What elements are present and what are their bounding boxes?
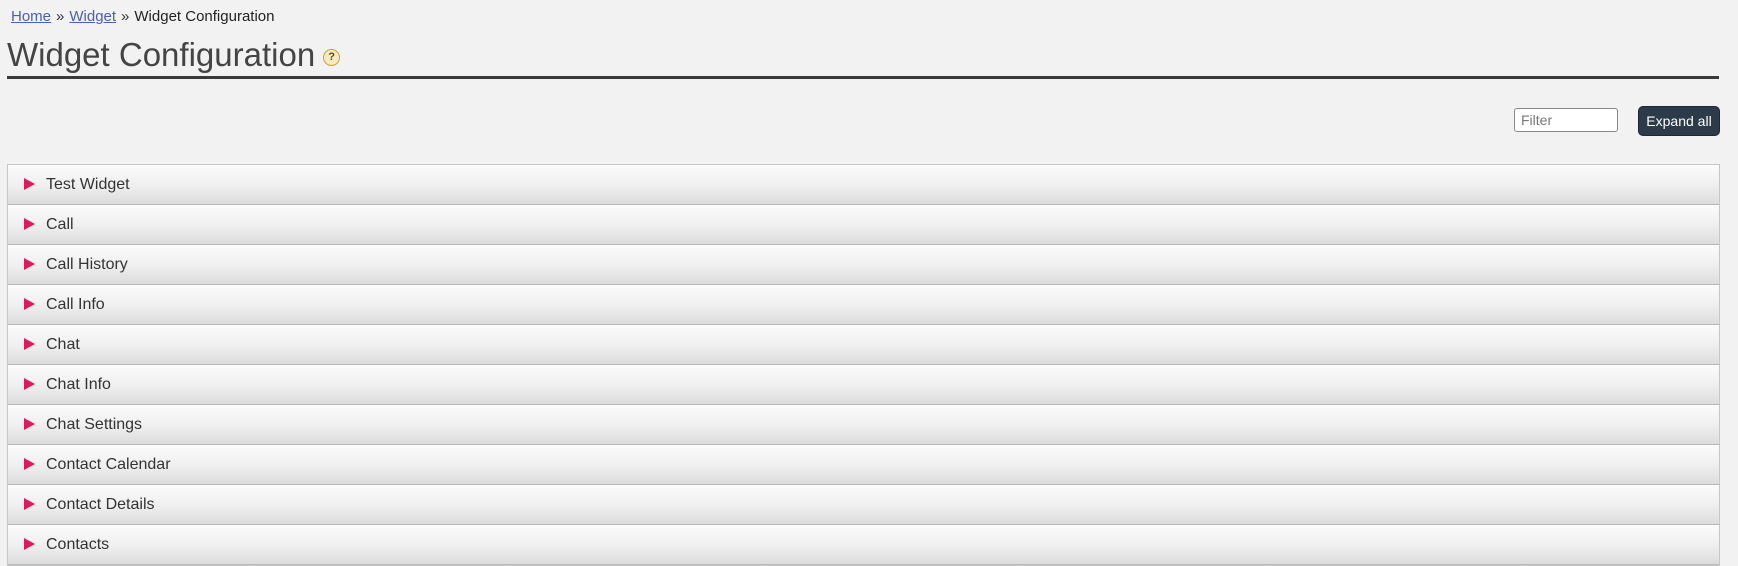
triangle-right-icon (24, 217, 35, 230)
breadcrumb-separator: » (56, 8, 65, 25)
accordion-item-label: Chat Settings (46, 415, 143, 433)
breadcrumb: Home» Widget» Widget Configuration (11, 8, 274, 25)
triangle-right-icon (24, 417, 35, 430)
accordion-item-label: Chat Info (46, 375, 111, 393)
triangle-right-icon (24, 377, 35, 390)
accordion-item-label: Contact Calendar (46, 455, 171, 473)
accordion-item-label: Contact Details (46, 495, 155, 513)
triangle-right-icon (24, 497, 35, 510)
breadcrumb-widget-link[interactable]: Widget (69, 8, 116, 25)
help-icon[interactable]: ? (323, 48, 341, 66)
expand-all-button[interactable]: Expand all (1638, 106, 1720, 136)
accordion-item-label: Call (46, 215, 74, 233)
accordion-item-label: Call History (46, 255, 128, 273)
accordion-item-contacts[interactable]: Contacts (8, 525, 1719, 565)
accordion-item-chat[interactable]: Chat (8, 325, 1719, 365)
accordion-item-label: Contacts (46, 535, 110, 553)
triangle-right-icon (24, 297, 35, 310)
triangle-right-icon (24, 177, 35, 190)
breadcrumb-current: Widget Configuration (134, 8, 275, 25)
accordion-item-contact-details[interactable]: Contact Details (8, 485, 1719, 525)
triangle-right-icon (24, 337, 35, 350)
accordion-item-label: Call Info (46, 295, 105, 313)
triangle-right-icon (24, 257, 35, 270)
accordion-item-label: Chat (46, 335, 80, 353)
accordion-item-chat-info[interactable]: Chat Info (8, 365, 1719, 405)
page-header: Widget Configuration ? (7, 34, 1719, 79)
accordion-item-chat-settings[interactable]: Chat Settings (8, 405, 1719, 445)
accordion-item-call-history[interactable]: Call History (8, 245, 1719, 285)
accordion-item-contact-calendar[interactable]: Contact Calendar (8, 445, 1719, 485)
accordion-item-test-widget[interactable]: Test Widget (8, 165, 1719, 205)
accordion-item-call-info[interactable]: Call Info (8, 285, 1719, 325)
breadcrumb-separator: » (121, 8, 130, 25)
page-title: Widget Configuration (7, 36, 316, 73)
triangle-right-icon (24, 537, 35, 550)
filter-input[interactable] (1514, 108, 1618, 132)
triangle-right-icon (24, 457, 35, 470)
accordion-item-call[interactable]: Call (8, 205, 1719, 245)
widget-accordion: Test Widget Call Call History Call Info … (7, 164, 1720, 566)
breadcrumb-home-link[interactable]: Home (11, 8, 51, 25)
accordion-item-label: Test Widget (46, 175, 130, 193)
